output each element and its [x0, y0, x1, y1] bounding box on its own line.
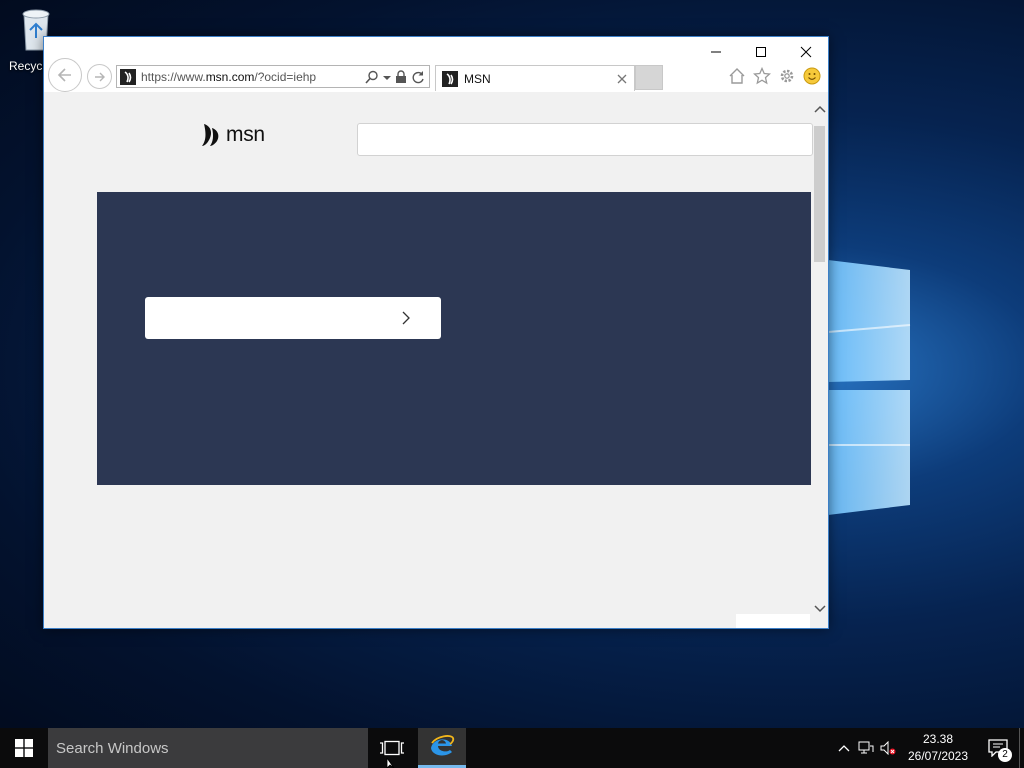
- web-search-input[interactable]: [357, 123, 813, 156]
- task-view-icon: [380, 740, 404, 756]
- windows-wallpaper-logo: [828, 260, 911, 515]
- smiley-icon: [803, 67, 821, 85]
- scroll-thumb[interactable]: [814, 126, 825, 262]
- internet-explorer-icon: [431, 734, 455, 755]
- corner-panel: [736, 614, 810, 628]
- hero-banner: [97, 192, 811, 485]
- maximize-icon: [755, 47, 766, 57]
- tab-title: MSN: [464, 71, 491, 86]
- chevron-right-icon: [402, 311, 410, 325]
- vertical-scrollbar[interactable]: [811, 92, 828, 628]
- taskbar: Search Windows 23.38 26/07/2023 2: [0, 728, 1024, 768]
- tools-button[interactable]: [777, 66, 797, 86]
- clock-time: 23.38: [922, 732, 954, 746]
- taskbar-internet-explorer[interactable]: [418, 728, 466, 768]
- search-icon[interactable]: [365, 70, 379, 84]
- msn-logo-text: msn: [226, 123, 265, 146]
- taskbar-search-placeholder: Search Windows: [56, 739, 169, 757]
- system-tray: 23.38 26/07/2023 2: [833, 728, 1024, 768]
- scroll-up-icon[interactable]: [814, 104, 826, 114]
- new-tab-button[interactable]: [635, 65, 663, 90]
- close-icon: [800, 46, 811, 58]
- home-button[interactable]: [727, 66, 747, 86]
- network-button[interactable]: [855, 728, 877, 768]
- clock-date: 26/07/2023: [907, 749, 969, 763]
- msn-butterfly-icon: [202, 124, 219, 146]
- command-icons: [727, 66, 822, 86]
- internet-explorer-window: https://www.msn.com/?ocid=iehp MSN msn: [43, 36, 829, 629]
- start-button[interactable]: [0, 728, 48, 768]
- home-icon: [729, 68, 745, 84]
- notification-count-badge: 2: [998, 748, 1012, 762]
- close-icon: [617, 74, 627, 83]
- volume-muted-icon: [880, 741, 896, 755]
- clock[interactable]: 23.38 26/07/2023: [907, 731, 969, 765]
- msn-favicon-icon: [442, 70, 458, 87]
- tab-msn[interactable]: MSN: [435, 65, 635, 91]
- volume-button[interactable]: [877, 728, 899, 768]
- star-icon: [753, 67, 771, 85]
- chevron-up-icon: [838, 745, 850, 752]
- forward-button[interactable]: [87, 64, 112, 89]
- action-center-button[interactable]: 2: [977, 728, 1019, 768]
- address-url[interactable]: https://www.msn.com/?ocid=iehp: [141, 70, 365, 84]
- address-bar[interactable]: https://www.msn.com/?ocid=iehp: [116, 65, 430, 88]
- msn-favicon-icon: [120, 68, 136, 85]
- tab-close-button[interactable]: [614, 71, 630, 87]
- forward-arrow-icon: [94, 72, 105, 81]
- hero-link-card[interactable]: [145, 297, 441, 339]
- favorites-button[interactable]: [752, 66, 772, 86]
- minimize-icon: [710, 51, 721, 53]
- refresh-icon[interactable]: [411, 70, 425, 84]
- msn-logo[interactable]: msn: [201, 122, 265, 148]
- taskbar-search-box[interactable]: Search Windows: [48, 728, 368, 768]
- feedback-button[interactable]: [802, 66, 822, 86]
- network-icon: [858, 741, 874, 754]
- mouse-cursor-icon: [386, 758, 395, 768]
- page-content: msn: [44, 92, 828, 628]
- back-button[interactable]: [48, 58, 82, 92]
- show-desktop-button[interactable]: [1019, 728, 1024, 768]
- windows-start-icon: [15, 739, 33, 757]
- show-hidden-icons-button[interactable]: [833, 728, 855, 768]
- dropdown-arrow-icon[interactable]: [383, 70, 391, 84]
- navigation-bar: https://www.msn.com/?ocid=iehp MSN: [44, 58, 828, 92]
- lock-icon[interactable]: [395, 69, 407, 84]
- scroll-down-icon[interactable]: [814, 604, 826, 614]
- back-arrow-icon: [57, 68, 71, 82]
- gear-icon: [780, 69, 794, 83]
